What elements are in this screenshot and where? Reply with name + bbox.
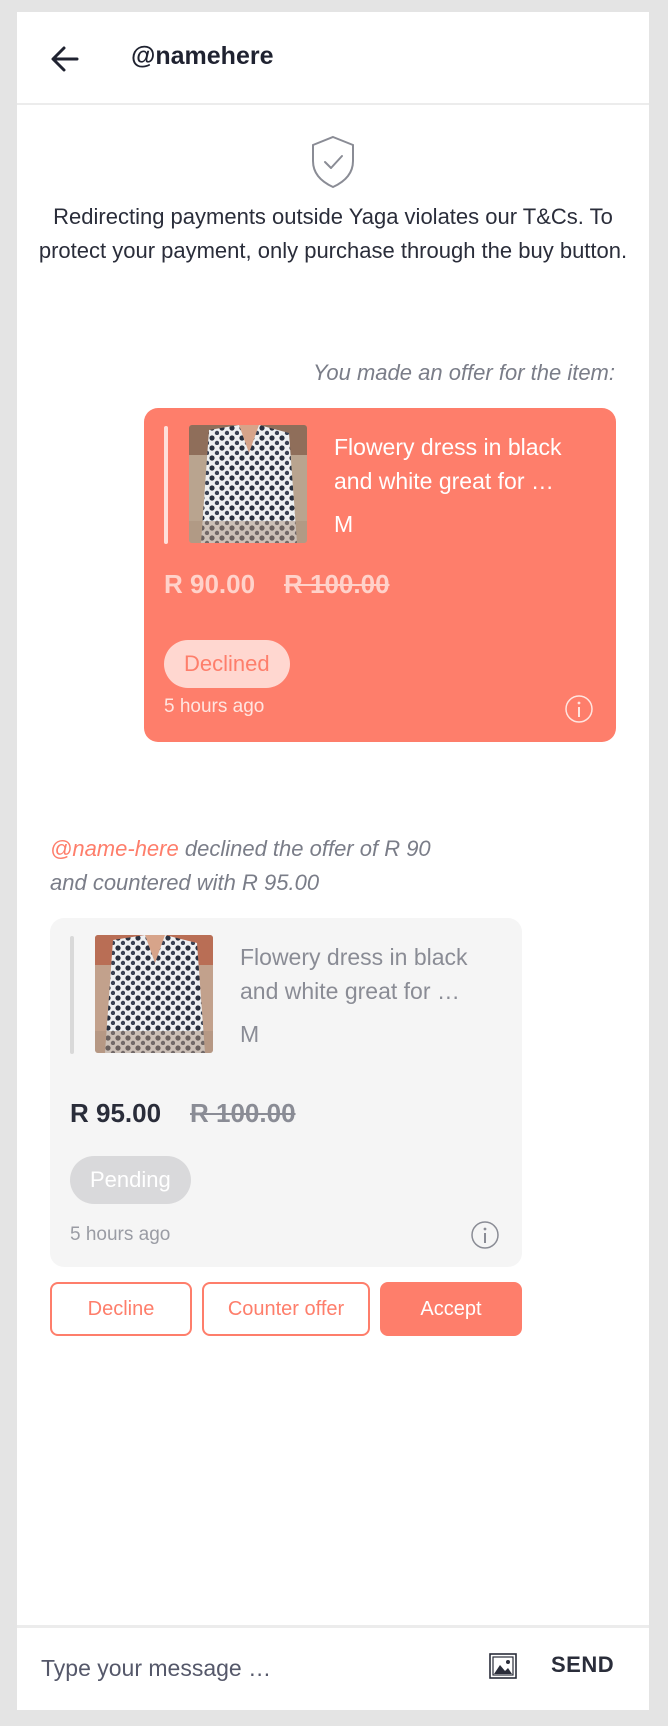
item-thumbnail[interactable] — [189, 425, 307, 543]
page-title: @namehere — [131, 42, 274, 70]
status-badge: Declined — [164, 640, 290, 688]
quote-bar — [70, 936, 74, 1054]
item-size: M — [334, 511, 354, 537]
timestamp: 5 hours ago — [164, 696, 265, 717]
info-icon[interactable] — [564, 694, 594, 724]
counter-offer-card: Flowery dress in black and white great f… — [50, 918, 522, 1267]
offer-price: R 95.00 — [70, 1098, 162, 1128]
offer-intro: You made an offer for the item: — [312, 360, 615, 385]
info-icon[interactable] — [470, 1220, 500, 1250]
original-price: R 100.00 — [284, 569, 390, 599]
message-input[interactable] — [39, 1642, 443, 1694]
payment-notice: Redirecting payments outside Yaga violat… — [38, 204, 628, 263]
arrow-left-icon[interactable] — [47, 41, 83, 77]
message-composer: SEND — [17, 1625, 649, 1710]
status-badge: Pending — [70, 1156, 191, 1204]
item-title: Flowery dress in black and white great f… — [334, 434, 562, 494]
counter-offer-button[interactable]: Counter offer — [202, 1282, 370, 1336]
my-offer-card: Flowery dress in black and white great f… — [144, 408, 616, 742]
item-title: Flowery dress in black and white great f… — [240, 944, 468, 1004]
item-thumbnail[interactable] — [95, 935, 213, 1053]
item-size: M — [240, 1021, 260, 1047]
send-button[interactable]: SEND — [551, 1652, 614, 1678]
offer-price: R 90.00 — [164, 569, 256, 599]
counter-offer-message: @name-here declined the offer of R 90 an… — [50, 836, 431, 895]
timestamp: 5 hours ago — [70, 1224, 171, 1245]
quote-bar — [164, 426, 168, 544]
image-icon[interactable] — [488, 1651, 518, 1681]
accept-button[interactable]: Accept — [380, 1282, 522, 1336]
chat-screen: @namehere Redirecting payments outside Y… — [17, 12, 649, 1710]
user-handle-link[interactable]: @name-here — [50, 836, 179, 861]
shield-check-icon — [312, 135, 354, 189]
chat-header: @namehere — [17, 12, 649, 105]
decline-button[interactable]: Decline — [50, 1282, 192, 1336]
original-price: R 100.00 — [190, 1098, 296, 1128]
